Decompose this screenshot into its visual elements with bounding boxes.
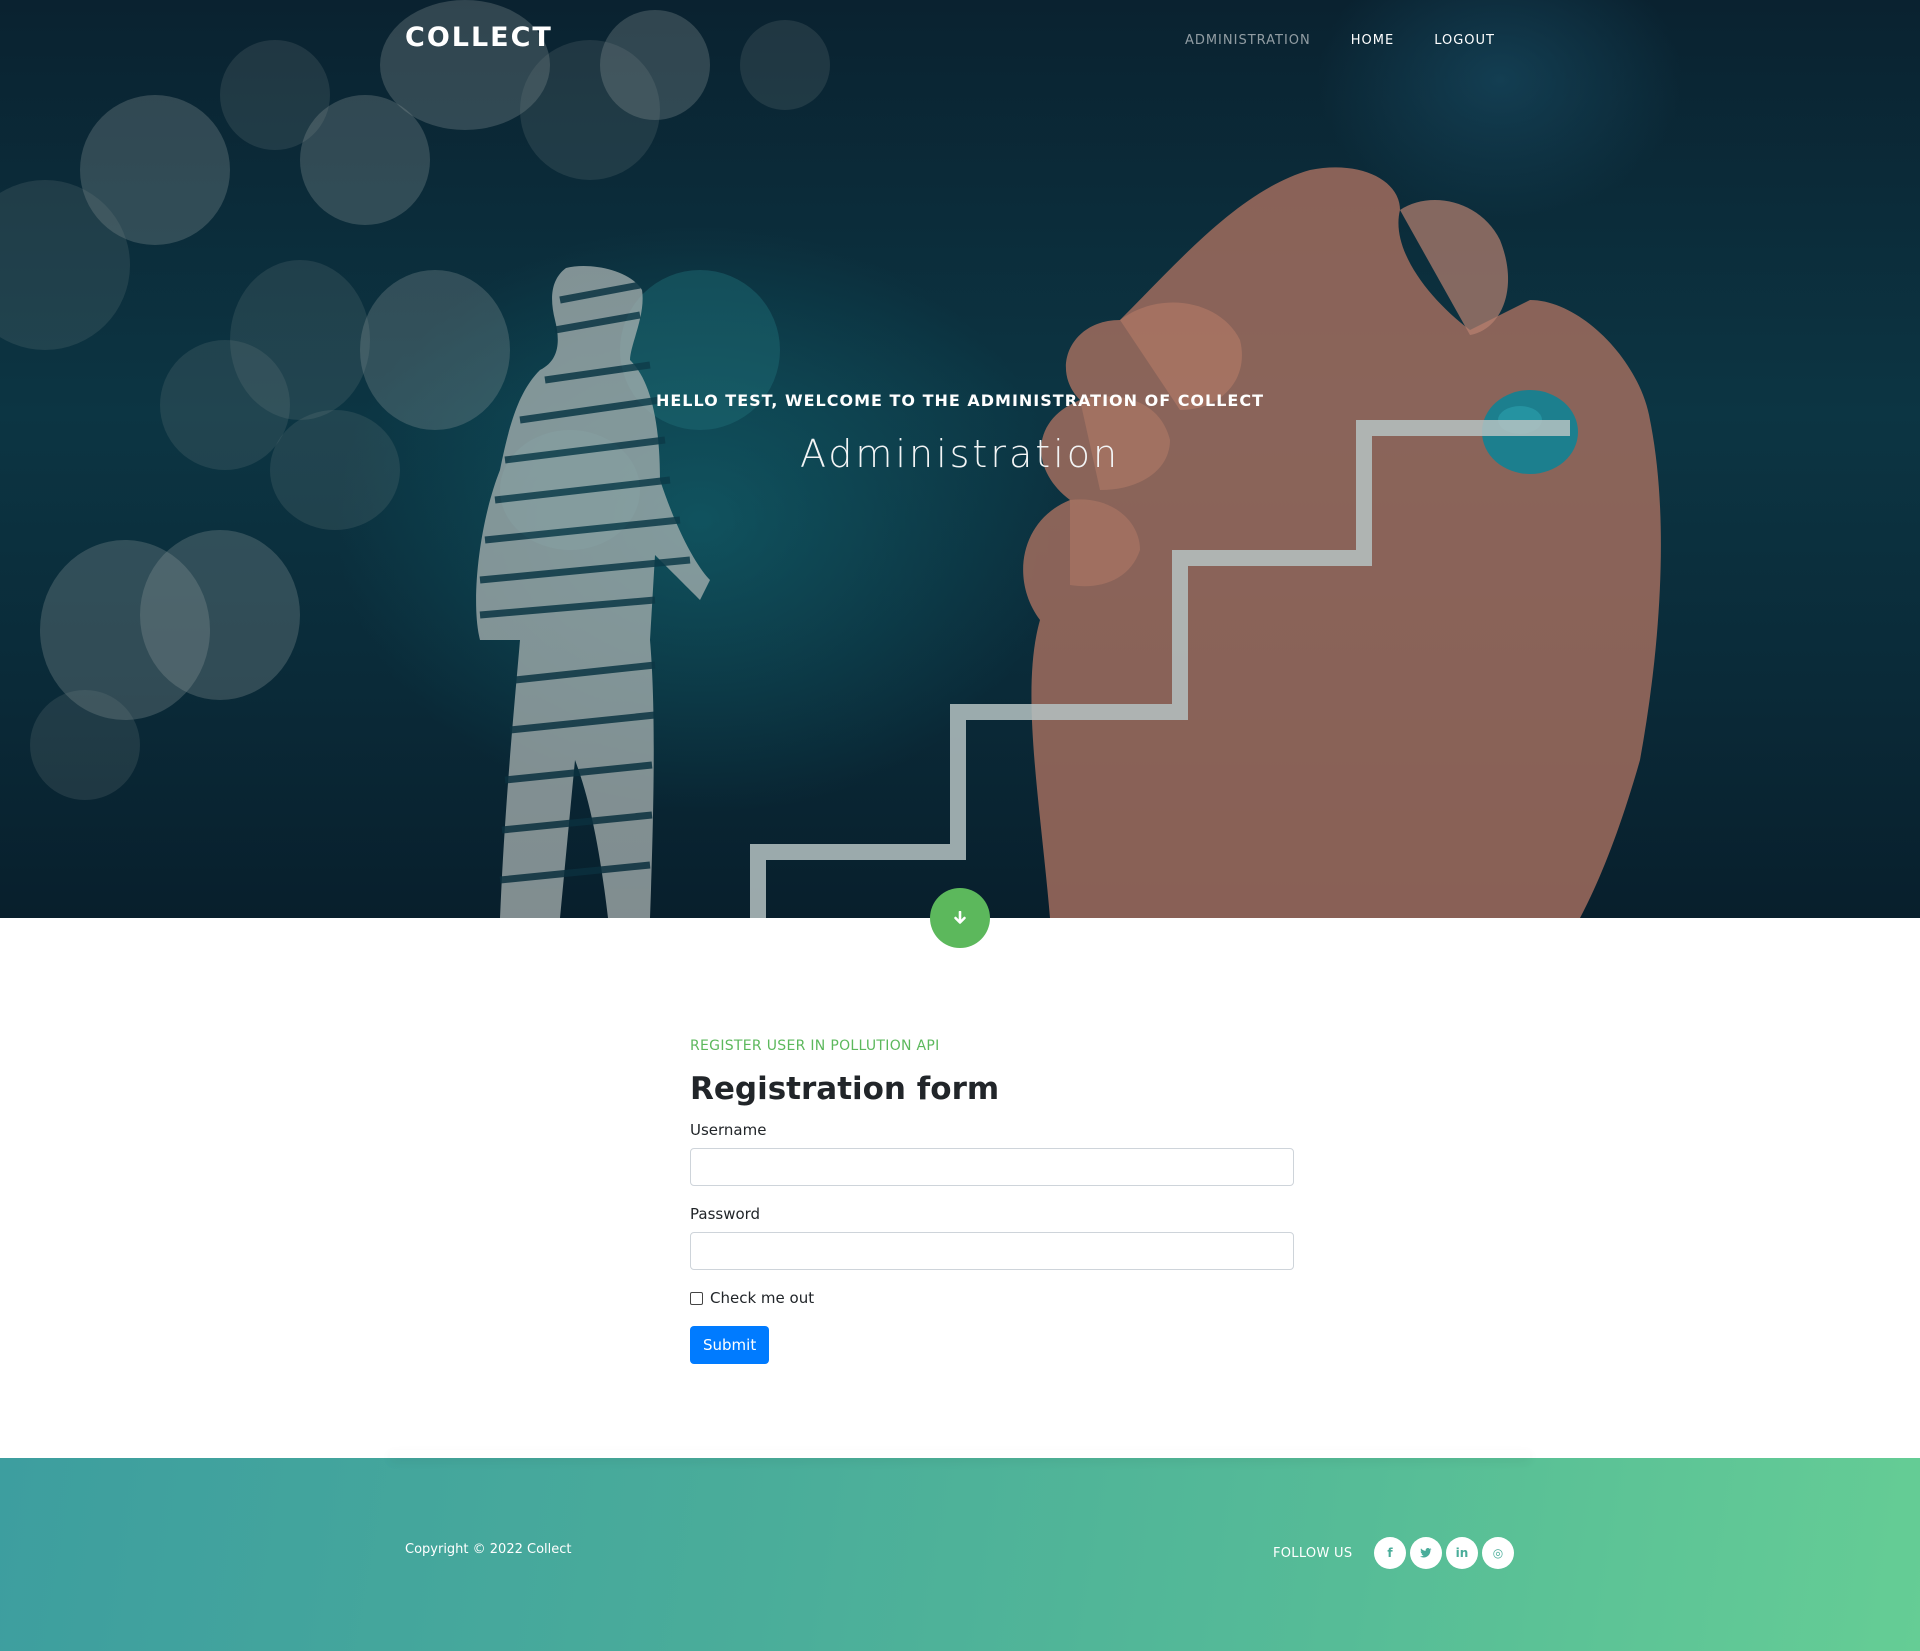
navbar: COLLECT ADMINISTRATION HOME LOGOUT — [0, 0, 1920, 80]
form-title: Registration form — [690, 1071, 1000, 1107]
hero-section: COLLECT ADMINISTRATION HOME LOGOUT HELLO… — [0, 0, 1920, 918]
password-label: Password — [690, 1205, 761, 1223]
username-label: Username — [690, 1121, 767, 1139]
check-me-out-checkbox[interactable] — [690, 1291, 703, 1305]
password-input[interactable] — [690, 1232, 1294, 1270]
nav-link-home[interactable]: HOME — [1351, 33, 1394, 48]
section-kicker: REGISTER USER IN POLLUTION API — [690, 1038, 940, 1054]
hero-title: Administration — [799, 432, 1121, 476]
nav-link-administration[interactable]: ADMINISTRATION — [1185, 33, 1311, 48]
dribbble-icon[interactable]: ◎ — [1482, 1537, 1514, 1569]
username-input[interactable] — [690, 1148, 1294, 1186]
check-me-out-row: Check me out — [690, 1289, 1294, 1307]
twitter-icon[interactable] — [1410, 1537, 1442, 1569]
facebook-icon[interactable]: f — [1374, 1537, 1406, 1569]
social-links: f in ◎ — [1374, 1537, 1514, 1569]
nav-links: ADMINISTRATION HOME LOGOUT — [1185, 33, 1495, 48]
copyright-text: Copyright © 2022 Collect — [405, 1542, 572, 1557]
brand-logo[interactable]: COLLECT — [405, 22, 553, 53]
arrow-down-icon — [954, 911, 966, 924]
hero-subtitle: HELLO TEST, WELCOME TO THE ADMINISTRATIO… — [655, 391, 1265, 410]
registration-section: REGISTER USER IN POLLUTION API Registrat… — [690, 1038, 1294, 1364]
linkedin-icon[interactable]: in — [1446, 1537, 1478, 1569]
registration-form: Username Password Check me out Submit — [690, 1121, 1294, 1364]
submit-button[interactable]: Submit — [690, 1326, 770, 1364]
check-me-out-label[interactable]: Check me out — [710, 1289, 814, 1307]
scroll-down-button[interactable] — [930, 888, 990, 948]
follow-us-label: FOLLOW US — [1273, 1546, 1353, 1561]
footer: Copyright © 2022 Collect FOLLOW US f in … — [0, 1458, 1920, 1651]
nav-link-logout[interactable]: LOGOUT — [1434, 33, 1495, 48]
